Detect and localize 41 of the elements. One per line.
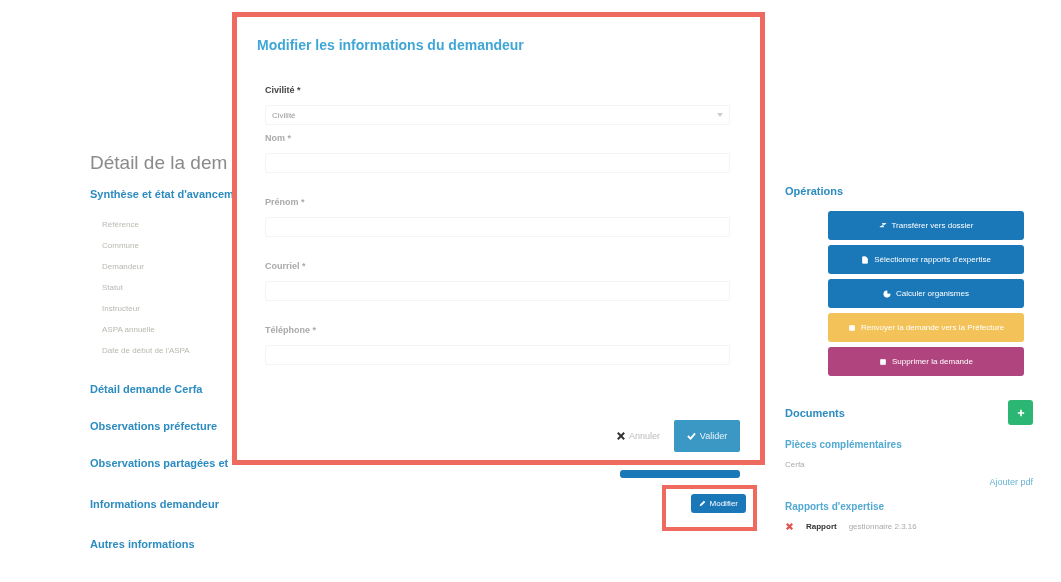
page-title: Détail de la dem — [90, 152, 229, 174]
detail-label: Référence — [102, 220, 139, 229]
report-detail: gestionnaire 2.3.16 — [848, 522, 917, 531]
section-heading[interactable]: Informations demandeur — [90, 497, 219, 510]
plus-icon — [1016, 408, 1025, 417]
check-icon — [686, 432, 696, 440]
field-label: Courriel * — [265, 261, 307, 273]
document-item[interactable]: Cerfa — [785, 460, 1033, 469]
caret-icon — [717, 113, 723, 117]
submit-button[interactable]: Valider — [674, 420, 740, 452]
field-label: Civilité * — [265, 85, 302, 97]
report-name[interactable]: Rapport — [806, 522, 837, 531]
detail-label: Instructeur — [102, 304, 140, 313]
add-link[interactable]: Ajouter pdf — [989, 477, 1033, 487]
subsection-heading: Rapports d'expertise — [785, 501, 886, 512]
file-icon — [861, 255, 870, 264]
detail-label: ASPA annuelle — [102, 325, 155, 334]
select-field[interactable]: Civilité — [265, 105, 730, 125]
detail-label: Statut — [102, 283, 123, 292]
section-heading: Synthèse et état d'avancem — [90, 188, 235, 200]
dialog-title: Modifier les informations du demandeur — [257, 37, 525, 53]
cancel-button[interactable]: Annuler — [610, 430, 666, 442]
subsection-heading: Pièces complémentaires — [785, 439, 903, 450]
field-label: Prénom * — [265, 197, 306, 209]
detail-label: Date de début de l'ASPA — [102, 346, 190, 355]
pencil-icon — [698, 500, 706, 507]
section-heading[interactable]: Autres informations — [90, 538, 767, 550]
add-button[interactable] — [1008, 400, 1033, 425]
field-label: Téléphone * — [265, 325, 317, 337]
section-heading: Opérations — [785, 185, 845, 197]
operation-button[interactable]: Sélectionner rapports d'expertise — [828, 245, 1024, 274]
detail-label: Commune — [102, 241, 139, 250]
operation-button[interactable]: Supprimer la demande — [828, 347, 1024, 376]
operation-button[interactable]: Transférer vers dossier — [828, 211, 1024, 240]
edit-button[interactable]: Modifier — [690, 494, 746, 513]
close-icon — [616, 432, 625, 440]
operation-button[interactable]: Calculer organismes — [828, 279, 1024, 308]
section-heading: Documents — [785, 406, 845, 419]
detail-label: Demandeur — [102, 262, 144, 271]
delete-icon[interactable] — [785, 522, 794, 531]
field-label: Nom * — [265, 133, 292, 145]
